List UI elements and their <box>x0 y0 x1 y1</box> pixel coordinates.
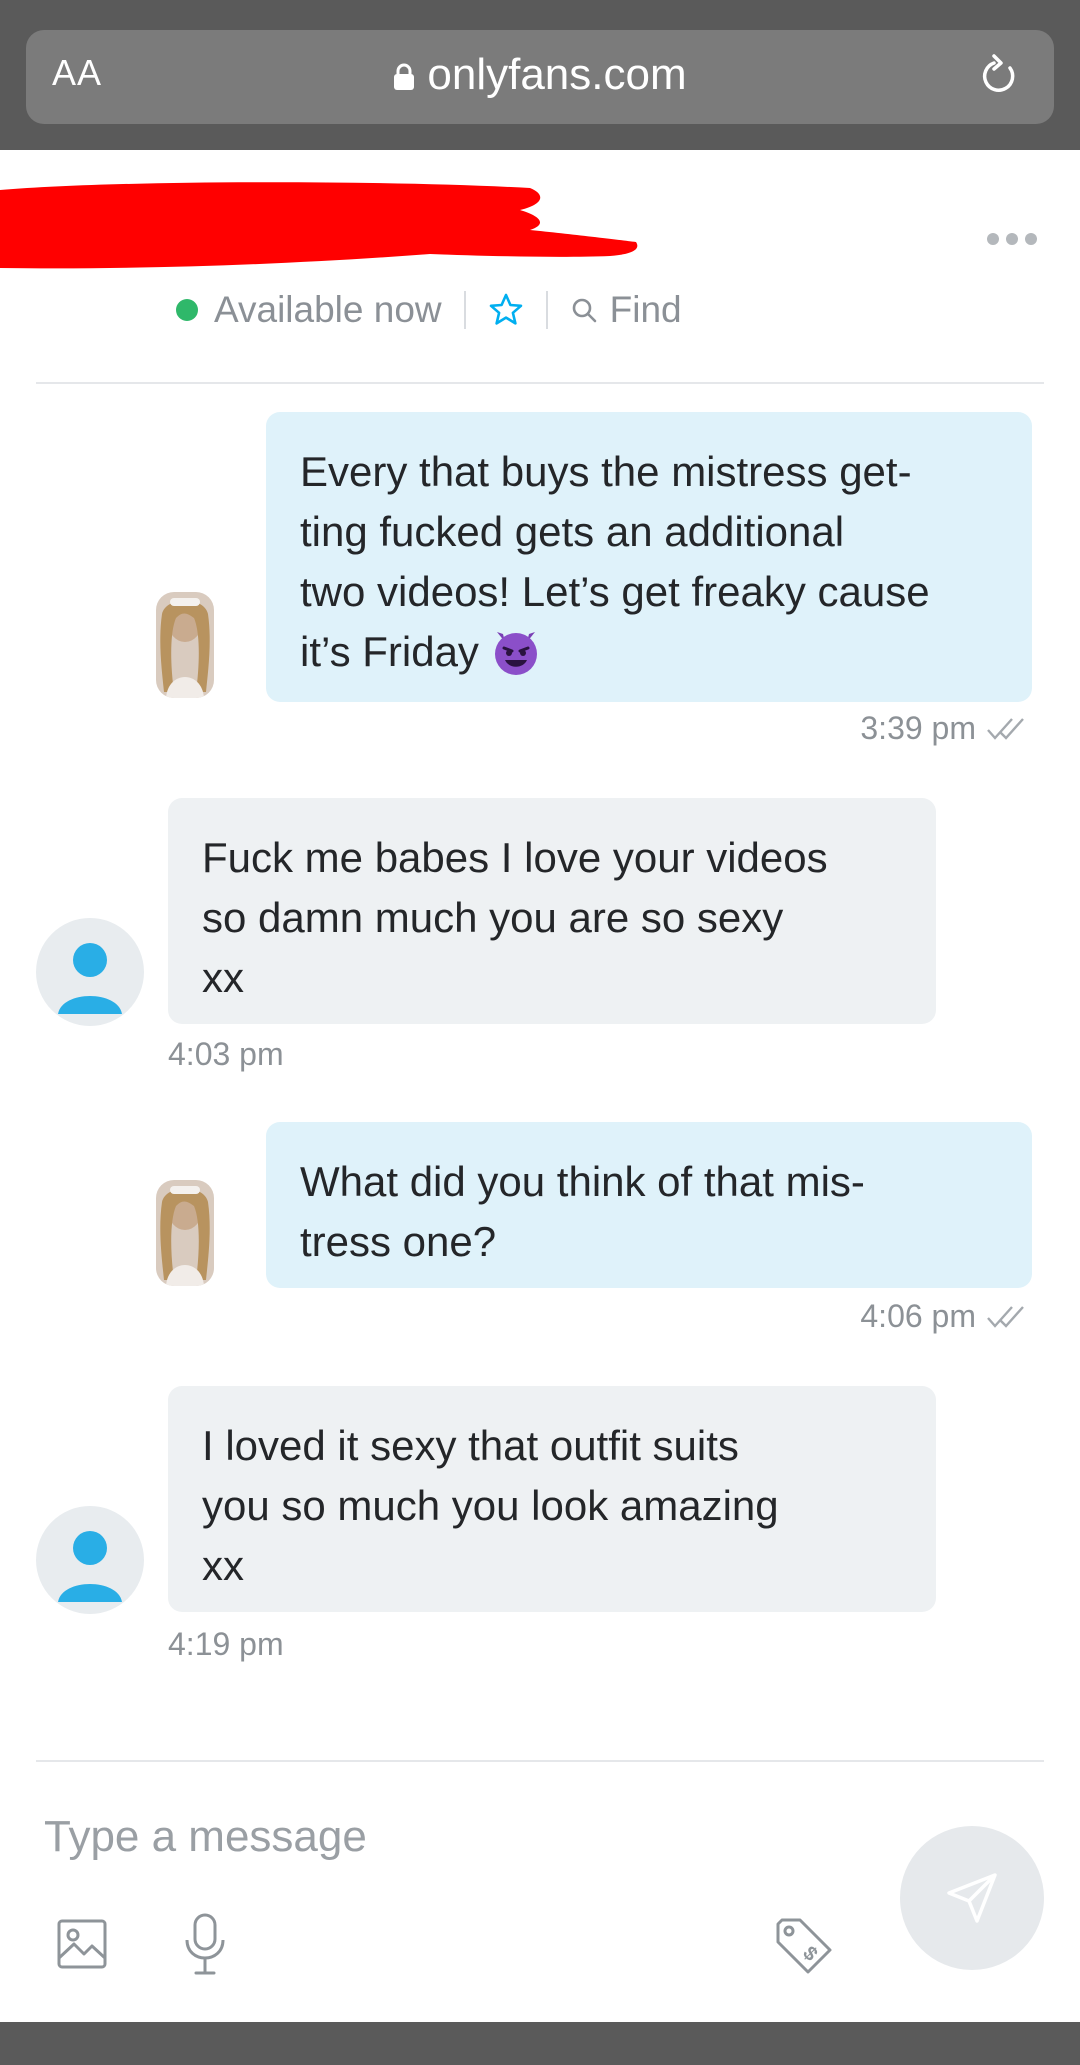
message-bubble-incoming[interactable]: Fuck me babes I love your videos so damn… <box>168 798 936 1024</box>
header-divider <box>36 382 1044 384</box>
image-icon[interactable] <box>56 1918 108 1970</box>
creator-avatar[interactable] <box>156 592 214 698</box>
lock-icon <box>394 63 415 90</box>
user-avatar-icon <box>58 943 122 1014</box>
availability-status: Available now <box>214 289 442 330</box>
find-button[interactable]: Find <box>570 289 682 331</box>
composer-divider <box>36 1760 1044 1762</box>
message-time: 3:39 pm <box>860 710 976 746</box>
browser-bottom-bar <box>0 2022 1080 2065</box>
url-display[interactable]: onlyfans.com <box>26 50 1054 100</box>
url-text: onlyfans.com <box>427 50 687 99</box>
send-icon <box>947 1873 997 1923</box>
double-check-icon <box>987 717 1024 740</box>
message-timestamp: 4:06 pm <box>860 1298 1032 1335</box>
message-text: I loved it sexy that outfit suits you so… <box>202 1422 779 1589</box>
message-time: 4:06 pm <box>860 1298 976 1334</box>
search-icon <box>572 298 596 323</box>
redacted-username <box>0 182 638 269</box>
more-dots-icon[interactable] <box>986 232 1038 246</box>
chat-status-row: Available now Find <box>176 286 682 334</box>
user-avatar[interactable] <box>36 1506 144 1614</box>
creator-photo <box>156 592 214 698</box>
browser-toolbar: AA onlyfans.com <box>0 0 1080 150</box>
creator-avatar[interactable] <box>156 1180 214 1286</box>
find-label: Find <box>609 289 682 330</box>
message-bubble-outgoing[interactable]: Every that buys the mistress get- ting f… <box>266 412 1032 702</box>
message-bubble-outgoing[interactable]: What did you think of that mis- tress on… <box>266 1122 1032 1288</box>
creator-photo <box>156 1180 214 1286</box>
message-timestamp: 3:39 pm <box>860 710 1032 747</box>
divider <box>463 291 466 329</box>
message-text: Every that buys the mistress get- ting f… <box>300 448 930 675</box>
double-check-icon <box>987 1305 1024 1328</box>
user-avatar[interactable] <box>36 918 144 1026</box>
send-button[interactable] <box>900 1826 1044 1970</box>
smiling-devil-emoji <box>494 632 537 675</box>
message-text: What did you think of that mis- tress on… <box>300 1158 865 1265</box>
microphone-icon[interactable] <box>182 1912 228 1976</box>
star-icon[interactable] <box>488 292 524 328</box>
message-text: Fuck me babes I love your videos so damn… <box>202 834 828 1001</box>
address-bar[interactable]: AA onlyfans.com <box>26 30 1054 124</box>
message-time: 4:03 pm <box>168 1036 284 1072</box>
divider <box>545 291 548 329</box>
reload-icon[interactable] <box>976 52 1024 100</box>
online-status-dot <box>176 299 198 321</box>
user-avatar-icon <box>58 1531 122 1602</box>
message-bubble-incoming[interactable]: I loved it sexy that outfit suits you so… <box>168 1386 936 1612</box>
message-time: 4:19 pm <box>168 1626 284 1662</box>
price-tag-icon[interactable]: $ <box>772 1914 836 1978</box>
message-input[interactable] <box>44 1812 844 1862</box>
